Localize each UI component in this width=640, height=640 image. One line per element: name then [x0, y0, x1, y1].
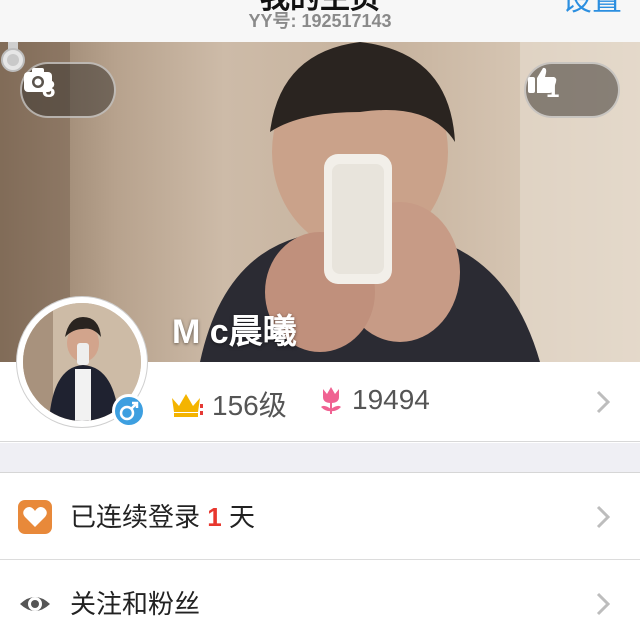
chevron-right-icon: [596, 592, 610, 616]
login-streak-suffix: 天: [228, 502, 255, 532]
heart-icon: [18, 500, 52, 534]
level-stat: 156级: [170, 384, 287, 424]
flower-icon: [321, 387, 341, 414]
eye-icon: [20, 597, 50, 611]
login-streak-prefix: 已连续登录: [70, 502, 201, 532]
login-streak-label: 已连续登录 1 天: [70, 500, 255, 534]
settings-button[interactable]: 设置: [562, 0, 622, 16]
thumbs-up-icon: [528, 67, 557, 93]
login-streak-days: 1: [207, 502, 222, 532]
flowers-stat: 19494: [318, 384, 430, 416]
section-divider: [0, 443, 640, 473]
camera-icon: [24, 68, 52, 92]
crown-icon: [172, 394, 203, 417]
follow-fans-label: 关注和粉丝: [70, 589, 201, 619]
medal-icon: [1, 42, 25, 72]
chevron-right-icon: [596, 505, 610, 529]
like-count-badge[interactable]: 1: [524, 62, 620, 118]
level-value: 156级: [212, 390, 287, 421]
follow-fans-row[interactable]: 关注和粉丝: [0, 561, 640, 640]
login-streak-row[interactable]: 已连续登录 1 天: [0, 474, 640, 560]
top-nav-bar: 我的主页 YY号: 192517143 设置: [0, 0, 640, 42]
flowers-value: 19494: [352, 384, 430, 415]
chevron-right-icon: [596, 390, 610, 414]
male-icon: [119, 401, 139, 421]
photo-count-badge[interactable]: 8: [20, 62, 116, 118]
yy-id-label: YY号: 192517143: [248, 11, 392, 31]
username: M c晨曦: [172, 313, 297, 351]
male-gender-badge: [112, 394, 146, 428]
